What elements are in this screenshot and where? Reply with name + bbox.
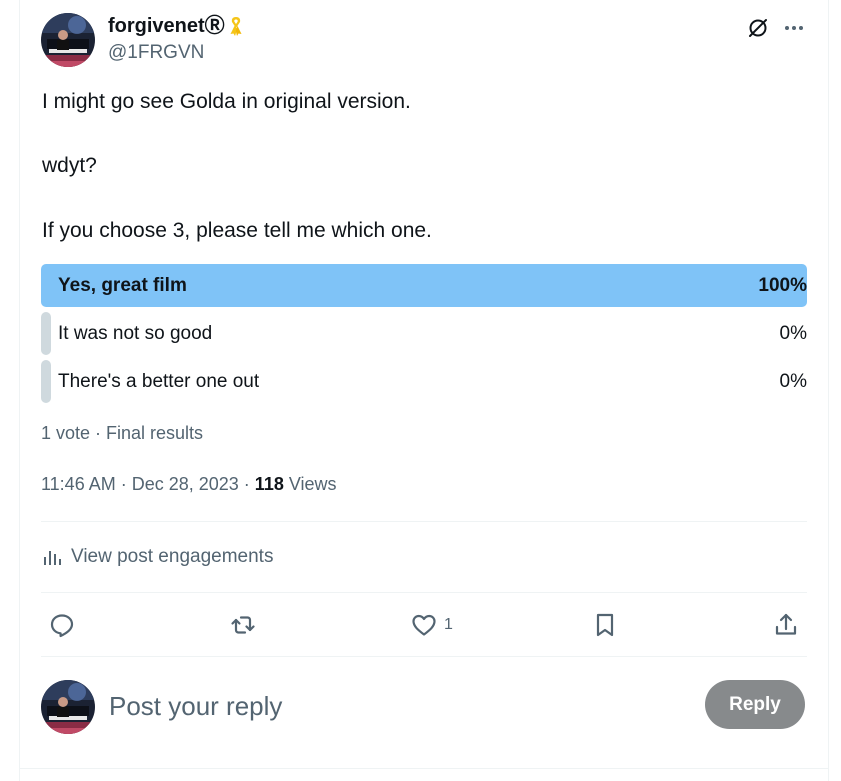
poll-option-percent: 100% [758,275,807,296]
author-display-name[interactable]: forgivenetⓇ [108,14,225,38]
more-icon[interactable] [782,16,806,40]
views-count: 118 [254,474,284,494]
avatar-image [41,680,95,734]
meta-separator: · [115,474,132,494]
poll-option-percent: 0% [779,371,807,392]
author-handle[interactable]: @1FRGVN [108,42,204,64]
reply-icon [50,614,74,638]
reply-button[interactable]: Reply [705,680,805,729]
view-engagements-label[interactable]: View post engagements [71,545,273,569]
author-display-name-row[interactable]: forgivenetⓇ [108,14,245,38]
share-action-button[interactable] [772,610,800,640]
post-date[interactable]: Dec 28, 2023 [132,474,239,494]
view-engagements-link[interactable]: View post engagements [41,545,273,569]
poll-result-bar [41,312,51,355]
post-time[interactable]: 11:46 AM [41,474,116,494]
post-meta: 11:46 AM · Dec 28, 2023 · 118 Views [41,473,337,495]
meta-separator: · [238,474,255,494]
divider [41,592,807,593]
like-action-button[interactable]: 1 [410,610,453,640]
reply-input[interactable]: Post your reply [109,690,282,722]
poll-result-bar [41,360,51,403]
poll-option: There's a better one out 0% [41,360,807,403]
divider [41,521,807,522]
poll-option: It was not so good 0% [41,312,807,355]
yellow-ribbon-icon [230,17,242,36]
tweet-text-line: wdyt? [42,154,97,177]
current-user-avatar[interactable] [41,680,95,734]
poll-option-percent: 0% [779,323,807,344]
poll-option-label: It was not so good [58,323,213,344]
bookmark-action-button[interactable] [591,610,619,640]
grok-icon[interactable] [746,16,770,40]
tweet-text-line: If you choose 3, please tell me which on… [42,219,432,242]
poll-option-label: There's a better one out [58,371,260,392]
bookmark-icon [596,613,614,637]
like-count: 1 [444,616,453,633]
tweet-text-line: I might go see Golda in original version… [42,90,411,113]
post-detail-column: forgivenetⓇ @1FRGVN I might go see Golda… [19,0,829,781]
author-avatar[interactable] [41,13,95,67]
avatar-image [41,13,95,67]
reply-action-button[interactable] [48,610,76,640]
share-icon [775,613,797,635]
analytics-icon [44,551,61,565]
divider [41,656,807,657]
poll-summary: 1 vote · Final results [41,423,204,443]
repost-action-button[interactable] [229,610,257,640]
repost-icon [231,616,255,634]
poll-option: Yes, great film 100% [41,264,807,307]
heart-icon [412,614,436,636]
divider [20,768,828,769]
poll-option-label: Yes, great film [58,275,187,296]
views-label: Views [288,474,337,494]
